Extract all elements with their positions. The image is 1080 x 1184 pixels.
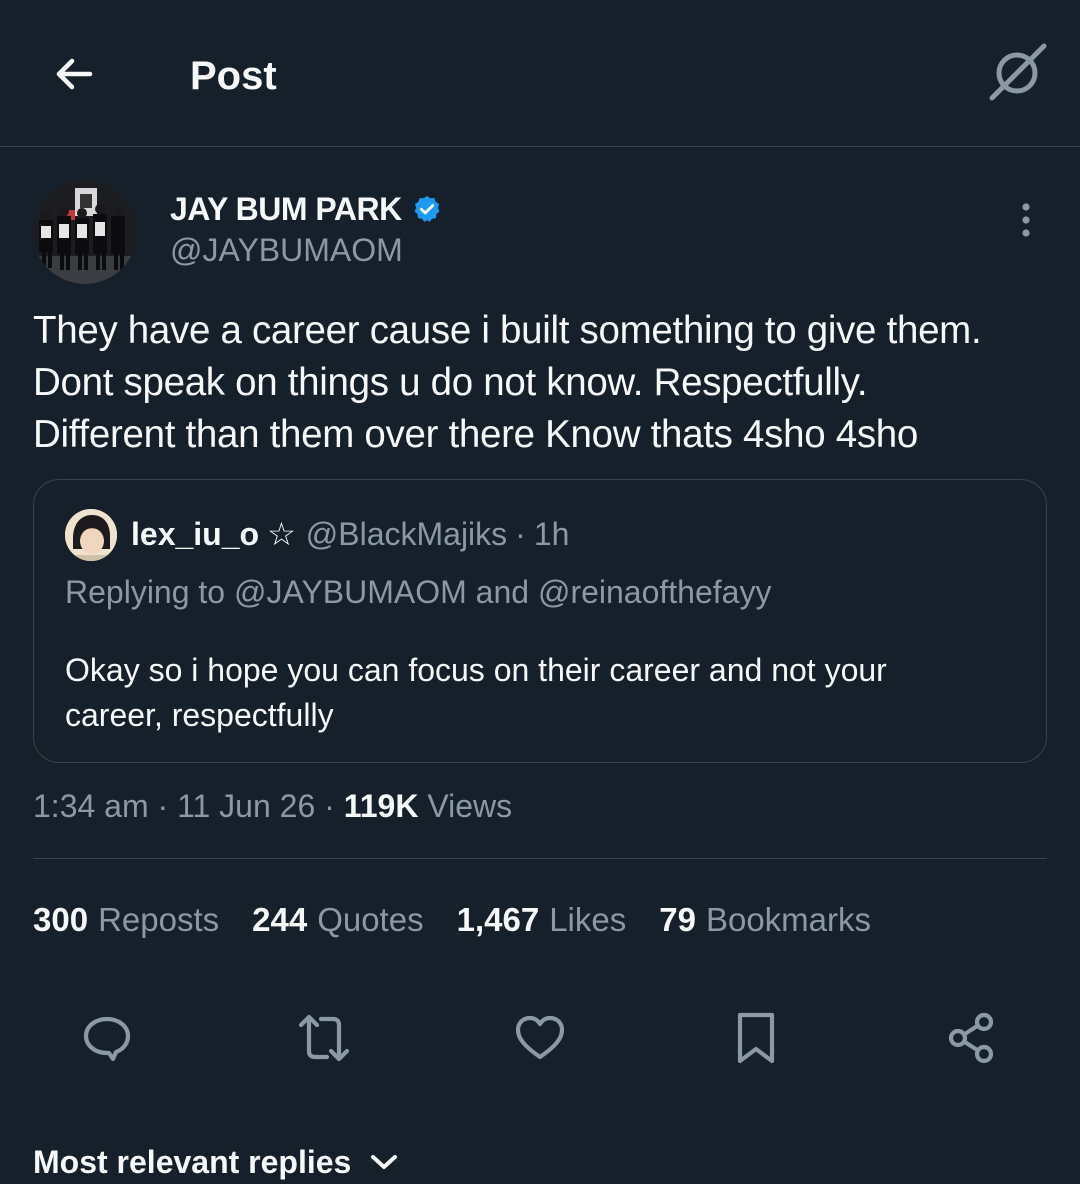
replies-sort-button[interactable]: Most relevant replies — [33, 1140, 399, 1184]
reposts-count: 300 — [33, 901, 89, 938]
likes-count: 1,467 — [456, 901, 540, 938]
author-avatar[interactable] — [33, 180, 137, 284]
top-bar: Post — [0, 0, 1080, 147]
like-button[interactable] — [510, 1010, 570, 1070]
repost-button[interactable] — [294, 1010, 354, 1070]
author-name-row: JAY BUM PARK — [170, 188, 442, 230]
post-text: They have a career cause i built somethi… — [33, 305, 1073, 461]
bookmark-button[interactable] — [726, 1010, 786, 1070]
separator-dot: · — [324, 788, 335, 824]
quotes-label: Quotes — [317, 901, 424, 938]
share-button[interactable] — [942, 1010, 1002, 1070]
star-icon: ☆ — [267, 516, 296, 552]
verified-badge-icon — [412, 194, 442, 224]
bookmarks-count: 79 — [659, 901, 696, 938]
quoted-post-header: lex_iu_o ☆ @BlackMajiks · 1h — [131, 512, 569, 556]
like-icon — [513, 1011, 567, 1070]
author-handle[interactable]: @JAYBUMAOM — [170, 230, 403, 270]
bookmarks-stat[interactable]: 79 Bookmarks — [659, 898, 871, 942]
engagement-stats: 300 Reposts 244 Quotes 1,467 Likes 79 Bookma… — [33, 898, 904, 942]
repost-icon — [295, 1011, 353, 1070]
quoted-author-handle: @BlackMajiks — [305, 516, 508, 552]
replies-sort-label: Most relevant replies — [33, 1144, 352, 1180]
likes-stat[interactable]: 1,467 Likes — [457, 898, 627, 942]
post-time: 1:34 am — [33, 788, 149, 824]
arrow-left-icon — [50, 50, 98, 103]
quoted-post-card[interactable]: lex_iu_o ☆ @BlackMajiks · 1h Replying to… — [33, 479, 1047, 763]
share-icon — [944, 1010, 1000, 1071]
replying-to-text: Replying to @JAYBUMAOM and @reinaofthefa… — [65, 574, 772, 610]
post-text-line: Different than them over there Know that… — [33, 413, 918, 456]
bookmark-icon — [729, 1009, 783, 1072]
page-title: Post — [190, 54, 277, 98]
grok-icon — [984, 40, 1050, 111]
chevron-down-icon — [369, 1152, 399, 1172]
reposts-label: Reposts — [98, 901, 220, 938]
separator-dot: · — [157, 788, 169, 824]
bookmarks-label: Bookmarks — [705, 901, 872, 938]
post-text-line: They have a career cause i built somethi… — [33, 309, 982, 352]
quoted-post-text: Okay so i hope you can focus on their ca… — [65, 652, 887, 733]
quotes-stat[interactable]: 244 Quotes — [252, 898, 423, 942]
back-button[interactable] — [44, 46, 104, 106]
post-date: 11 Jun 26 — [177, 788, 316, 824]
post-text-line: Dont speak on things u do not know. Resp… — [33, 361, 868, 404]
more-options-button[interactable] — [1000, 196, 1052, 248]
quoted-author-name: lex_iu_o — [131, 516, 260, 552]
reposts-stat[interactable]: 300 Reposts — [33, 898, 219, 942]
more-vertical-icon — [1016, 200, 1036, 245]
separator-dot: · — [515, 516, 526, 552]
grok-button[interactable] — [982, 40, 1052, 110]
reply-icon — [80, 1011, 134, 1070]
quotes-count: 244 — [252, 901, 308, 938]
author-name[interactable]: JAY BUM PARK — [170, 191, 402, 228]
quoted-author-avatar — [65, 509, 117, 561]
views-count: 119K — [343, 788, 419, 824]
quoted-post-time: 1h — [533, 516, 570, 552]
divider — [33, 858, 1047, 859]
post-meta: 1:34 am · 11 Jun 26 · 119K Views — [33, 784, 512, 828]
likes-label: Likes — [549, 901, 627, 938]
reply-button[interactable] — [77, 1010, 137, 1070]
views-label: Views — [427, 788, 513, 824]
